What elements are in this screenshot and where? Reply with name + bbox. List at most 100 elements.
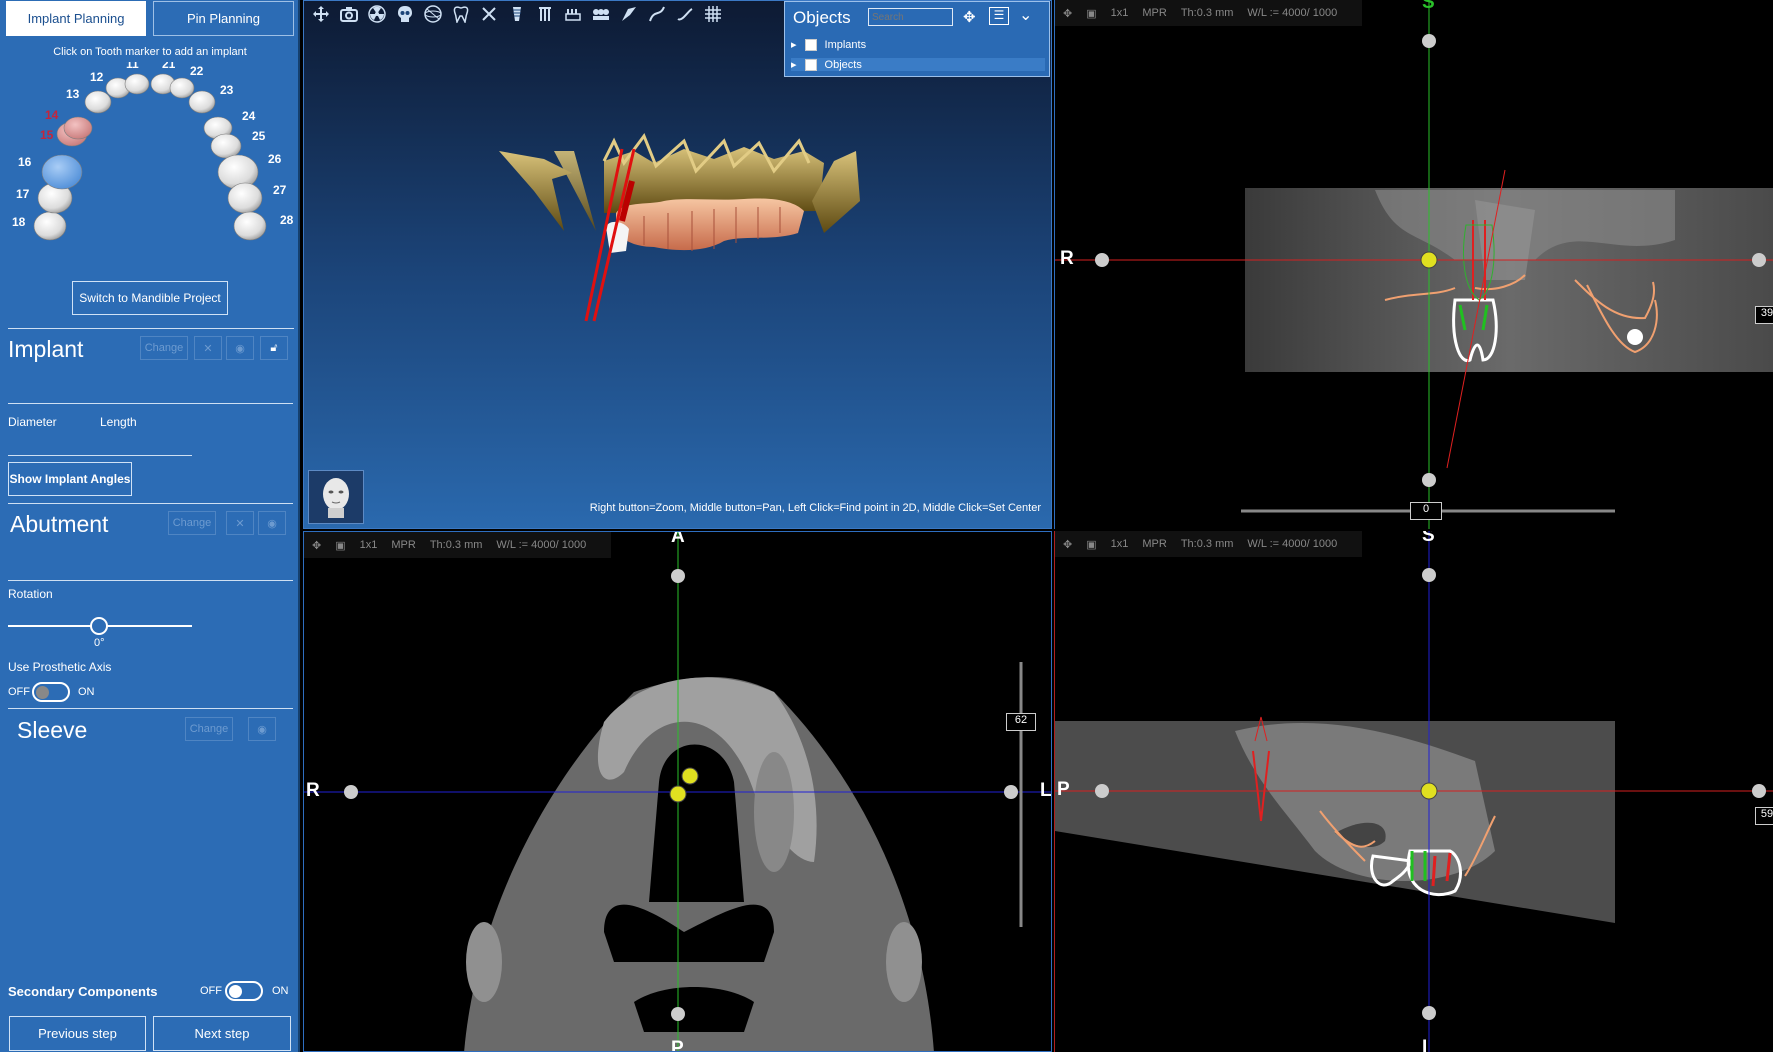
axis-label-left: R: [1060, 248, 1074, 269]
previous-step-button[interactable]: Previous step: [9, 1016, 146, 1051]
tooth-number-27[interactable]: 27: [273, 183, 287, 197]
rotate-handle[interactable]: [1422, 568, 1436, 582]
implant-title: Implant: [8, 336, 84, 362]
axis-label-left: P: [1057, 779, 1070, 800]
mouse-help-text: Right button=Zoom, Middle button=Pan, Le…: [589, 502, 1041, 514]
app-window: Implant Planning Pin Planning Click on T…: [0, 0, 1773, 1052]
sleeve-title: Sleeve: [17, 717, 88, 743]
rotate-handle[interactable]: [1422, 1006, 1436, 1020]
rotate-handle[interactable]: [1752, 253, 1766, 267]
crosshair-overlay[interactable]: [304, 532, 1052, 1052]
tooth-marker-hint: Click on Tooth marker to add an implant: [53, 46, 247, 58]
implant-marker[interactable]: [681, 767, 699, 785]
prosthetic-axis-toggle[interactable]: [32, 682, 70, 702]
center-handle[interactable]: [669, 785, 687, 803]
tooth-28[interactable]: [233, 211, 267, 241]
viewport-3d[interactable]: Objects ✥ ☰ ⌄ ▸Implants ▸Objects: [303, 0, 1052, 529]
switch-to-mandible-button[interactable]: Switch to Mandible Project: [72, 281, 228, 315]
toggle-knob: [36, 686, 49, 699]
next-step-button[interactable]: Next step: [153, 1016, 291, 1051]
rotate-handle[interactable]: [1004, 785, 1018, 799]
rotation-slider-thumb[interactable]: [90, 617, 108, 635]
axis-label-top: S: [1422, 0, 1435, 13]
abutment-change-button[interactable]: Change: [168, 511, 216, 535]
tooth-number-12[interactable]: 12: [90, 70, 104, 84]
abutment-remove-button[interactable]: ✕: [226, 511, 254, 535]
planning-panel: Implant Planning Pin Planning Click on T…: [0, 0, 300, 1052]
close-icon: ✕: [235, 517, 245, 530]
sleeve-change-button[interactable]: Change: [185, 717, 233, 741]
tooth-14[interactable]: [63, 116, 93, 140]
tooth-number-25[interactable]: 25: [252, 129, 266, 143]
tooth-number-15[interactable]: 15: [40, 128, 54, 142]
crosshair-overlay[interactable]: [1055, 0, 1773, 529]
tooth-number-28[interactable]: 28: [280, 213, 294, 227]
rotate-handle[interactable]: [1095, 784, 1109, 798]
center-handle[interactable]: [1420, 782, 1438, 800]
tooth-11[interactable]: [124, 73, 150, 95]
rotate-handle[interactable]: [1752, 784, 1766, 798]
3d-model-scene[interactable]: [304, 1, 1052, 529]
rotate-handle[interactable]: [1422, 473, 1436, 487]
tooth-number-26[interactable]: 26: [268, 152, 282, 166]
center-handle[interactable]: [1420, 251, 1438, 269]
side-slider-value[interactable]: 39: [1755, 306, 1773, 324]
sleeve-visibility-button[interactable]: ◉: [248, 717, 276, 741]
tooth-number-14[interactable]: 14: [45, 108, 59, 122]
viewport-sagittal[interactable]: ✥ ▣ 1x1 MPR Th:0.3 mm W/L := 4000/ 1000: [1054, 531, 1773, 1052]
tooth-27[interactable]: [227, 182, 263, 214]
tooth-18[interactable]: [33, 211, 67, 241]
dental-arch-chart[interactable]: 18 17 16 15 14 13 12 11 21 22 23 24 2526 27 28: [0, 62, 300, 277]
tooth-23[interactable]: [188, 90, 216, 114]
tooth-number-24[interactable]: 24: [242, 109, 256, 123]
prosthetic-axis-label: Use Prosthetic Axis: [8, 660, 112, 674]
tab-pin-planning[interactable]: Pin Planning: [153, 1, 294, 36]
tooth-13[interactable]: [84, 90, 112, 114]
viewport-coronal[interactable]: ✥ ▣ 1x1 MPR Th:0.3 mm W/L := 4000/ 1000: [1054, 0, 1773, 529]
side-slider-value[interactable]: 59: [1755, 807, 1773, 825]
axis-label-bottom: I: [1422, 1037, 1428, 1052]
head-icon: [323, 478, 349, 518]
secondary-off-label: OFF: [200, 985, 222, 997]
viewport-axial[interactable]: ✥ ▣ 1x1 MPR Th:0.3 mm W/L := 4000/ 1000: [303, 531, 1052, 1052]
rotate-handle[interactable]: [1422, 34, 1436, 48]
rotate-handle[interactable]: [1095, 253, 1109, 267]
tooth-number-16[interactable]: 16: [18, 155, 32, 169]
slice-value[interactable]: 62: [1006, 713, 1036, 731]
implant-change-button[interactable]: Change: [140, 336, 188, 360]
rotate-handle[interactable]: [671, 1007, 685, 1021]
eye-icon: ◉: [257, 723, 267, 736]
tab-implant-planning[interactable]: Implant Planning: [6, 1, 146, 36]
slice-offset-value[interactable]: 0: [1410, 502, 1442, 520]
implant-visibility-button[interactable]: ◉: [226, 336, 254, 360]
tooth-26[interactable]: [217, 154, 259, 190]
rotation-label: Rotation: [8, 587, 53, 601]
tooth-25[interactable]: [210, 133, 242, 159]
rotate-handle[interactable]: [671, 569, 685, 583]
prosthetic-axis-on-label: ON: [78, 686, 95, 698]
secondary-components-label: Secondary Components: [8, 984, 158, 999]
divider: [8, 328, 294, 329]
length-label: Length: [100, 415, 137, 429]
crosshair-overlay[interactable]: [1055, 531, 1773, 1052]
tooth-number-18[interactable]: 18: [12, 215, 26, 229]
divider: [8, 503, 293, 504]
orientation-face-button[interactable]: [308, 470, 364, 524]
tooth-number-13[interactable]: 13: [66, 87, 80, 101]
tooth-16[interactable]: [41, 154, 83, 190]
tooth-number-17[interactable]: 17: [16, 187, 30, 201]
rotation-value: 0°: [94, 637, 105, 649]
secondary-components-toggle[interactable]: [225, 981, 263, 1001]
implant-lock-button[interactable]: 🔓︎: [260, 336, 288, 360]
abutment-visibility-button[interactable]: ◉: [258, 511, 286, 535]
tooth-number-11[interactable]: 11: [126, 62, 139, 71]
tooth-number-22[interactable]: 22: [190, 64, 204, 78]
tooth-number-23[interactable]: 23: [220, 83, 234, 97]
divider: [8, 403, 293, 404]
implant-remove-button[interactable]: ✕: [194, 336, 222, 360]
show-implant-angles-button[interactable]: Show Implant Angles: [8, 462, 132, 496]
tooth-22[interactable]: [169, 77, 195, 99]
tooth-number-21[interactable]: 21: [162, 62, 176, 71]
rotate-handle[interactable]: [344, 785, 358, 799]
divider: [8, 580, 293, 581]
